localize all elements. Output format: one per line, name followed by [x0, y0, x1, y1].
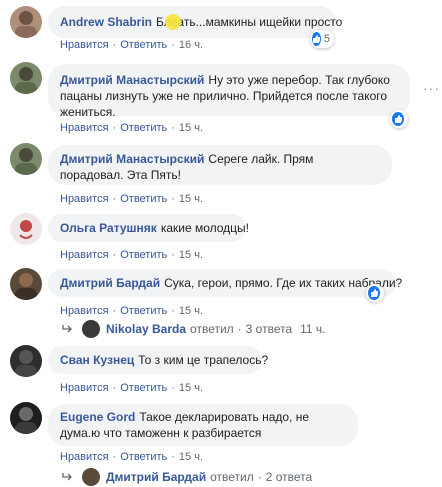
reaction-count[interactable]: 5 [310, 30, 334, 48]
reaction-count[interactable] [390, 110, 408, 128]
more-dots-icon[interactable]: ··· [423, 80, 440, 96]
comment-actions: Нравится · Ответить · 15 ч. [60, 451, 204, 463]
comment-bubble: Eugene Gord Такое декларировать надо, не … [48, 404, 358, 446]
like-thumb-icon [392, 112, 404, 126]
comment-text: Блеать...мамкины ищейки просто [156, 15, 343, 29]
comment-actions: Нравится · Ответить · 15 ч. [60, 193, 204, 205]
comment-time[interactable]: 15 ч. [179, 451, 203, 463]
reply-author[interactable]: Nikolay Barda [106, 322, 186, 336]
reaction-number: 5 [323, 33, 330, 45]
avatar[interactable] [10, 402, 42, 434]
comment-time[interactable]: 15 ч. [179, 122, 203, 134]
comment-bubble: Andrew Shabrin Блеать...мамкины ищейки пр… [48, 6, 342, 38]
reply-link[interactable]: Ответить [120, 193, 167, 205]
comment-author[interactable]: Eugene Gord [60, 410, 135, 424]
comment-bubble: Дмитрий Бардай Сука, герои, прямо. Где их… [48, 269, 402, 297]
cursor-highlight [165, 14, 181, 30]
comment-bubble: Ольга Ратушняк какие молодцы! [48, 214, 250, 242]
comment-author[interactable]: Ольга Ратушняк [60, 221, 157, 235]
replies-link[interactable]: Nikolay Barda ответил · 3 ответа 11 ч. [62, 320, 326, 338]
reply-link[interactable]: Ответить [120, 451, 167, 463]
comment-bubble: Дмитрий Манастырский Ну это уже перебор. … [48, 64, 410, 119]
comment-actions: Нравится · Ответить · 15 ч. [60, 305, 204, 317]
comment-actions: Нравится · Ответить · 15 ч. [60, 249, 204, 261]
reply-count[interactable]: 3 ответа [246, 322, 292, 336]
comment-actions: Нравится · Ответить · 15 ч. [60, 122, 204, 134]
reply-count[interactable]: 2 ответа [266, 470, 312, 484]
comment-text: какие молодцы! [160, 221, 250, 235]
comment-author[interactable]: Сван Кузнец [60, 353, 134, 367]
like-link[interactable]: Нравится [60, 249, 109, 261]
avatar[interactable] [10, 345, 42, 377]
comment-actions: Нравится · Ответить · 15 ч. [60, 382, 204, 394]
comment-time[interactable]: 15 ч. [179, 382, 203, 394]
comment-time[interactable]: 15 ч. [179, 305, 203, 317]
avatar[interactable] [10, 6, 42, 38]
like-link[interactable]: Нравится [60, 122, 109, 134]
like-link[interactable]: Нравится [60, 305, 109, 317]
comment-text: То з ким це трапелось? [138, 353, 269, 367]
comment-bubble: Дмитрий Манастырский Сереге лайк. Прям по… [48, 145, 392, 185]
reply-arrow-icon [62, 325, 72, 333]
comment-bubble: Сван Кузнец То з ким це трапелось? [48, 346, 268, 374]
comment-time[interactable]: 15 ч. [179, 193, 203, 205]
comment-author[interactable]: Дмитрий Манастырский [60, 73, 204, 87]
like-link[interactable]: Нравится [60, 451, 109, 463]
avatar[interactable] [10, 143, 42, 175]
comment-time[interactable]: 16 ч. [179, 39, 203, 51]
comment-author[interactable]: Дмитрий Манастырский [60, 152, 204, 166]
reply-link[interactable]: Ответить [120, 122, 167, 134]
avatar[interactable] [10, 213, 42, 245]
comment-author[interactable]: Andrew Shabrin [60, 15, 152, 29]
reply-author[interactable]: Дмитрий Бардай [106, 470, 206, 484]
comment-actions: Нравится · Ответить · 16 ч. [60, 39, 204, 51]
avatar[interactable] [10, 268, 42, 300]
reply-link[interactable]: Ответить [120, 249, 167, 261]
like-thumb-icon [368, 286, 380, 300]
reply-label: ответил [190, 322, 234, 336]
reply-link[interactable]: Ответить [120, 382, 167, 394]
comment-author[interactable]: Дмитрий Бардай [60, 276, 160, 290]
reply-time: 11 ч. [300, 322, 326, 336]
avatar[interactable] [10, 62, 42, 94]
like-link[interactable]: Нравится [60, 193, 109, 205]
reply-arrow-icon [62, 473, 72, 481]
like-link[interactable]: Нравится [60, 39, 109, 51]
like-thumb-icon [312, 32, 321, 46]
like-link[interactable]: Нравится [60, 382, 109, 394]
reaction-count[interactable] [366, 284, 384, 302]
reply-link[interactable]: Ответить [120, 305, 167, 317]
reply-link[interactable]: Ответить [120, 39, 167, 51]
reply-avatar [82, 468, 100, 486]
reply-avatar [82, 320, 100, 338]
reply-label: ответил [210, 470, 254, 484]
replies-link[interactable]: Дмитрий Бардай ответил · 2 ответа [62, 468, 312, 486]
comment-time[interactable]: 15 ч. [179, 249, 203, 261]
